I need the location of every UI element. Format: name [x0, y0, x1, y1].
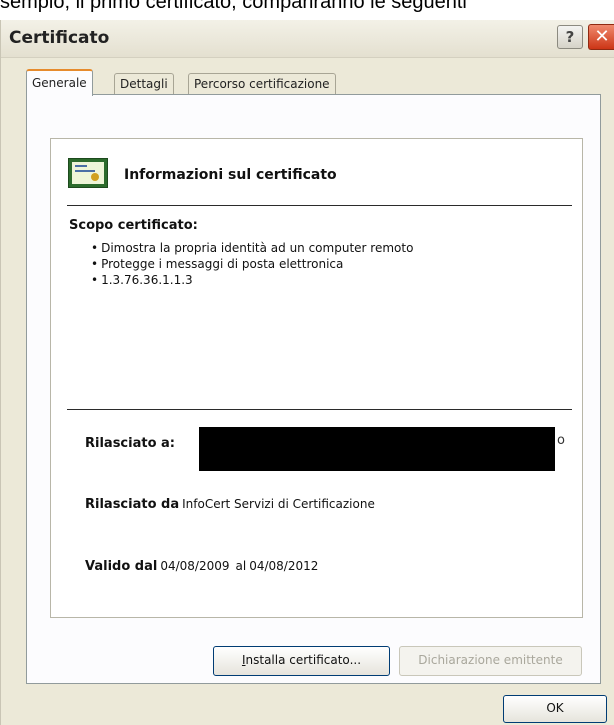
caption-text: sempio, il primo certificato, compariran… — [0, 0, 467, 13]
purpose-item: • Dimostra la propria identità ad un comp… — [91, 241, 414, 255]
issued-to-row: Rilasciato a: — [85, 436, 175, 451]
valid-from-label: Valido dal — [85, 559, 158, 574]
tab-percorso-certificazione[interactable]: Percorso certificazione — [188, 73, 336, 95]
purpose-item: • Protegge i messaggi di posta elettronic… — [91, 257, 344, 271]
purpose-item: • 1.3.76.36.1.1.3 — [91, 273, 193, 287]
valid-to-label: al — [235, 559, 247, 573]
redacted-name — [199, 427, 555, 471]
certificate-dialog: Certificato ? ✕ Generale Dettagli Percor… — [0, 20, 614, 725]
validity-row: Valido dal 04/08/2009 al 04/08/2012 — [85, 559, 318, 574]
separator-bottom — [67, 409, 572, 410]
purpose-list: • Dimostra la propria identità ad un comp… — [91, 240, 413, 288]
tab-panel-generale: Informazioni sul certificato Scopo certi… — [26, 94, 601, 684]
separator-top — [67, 205, 572, 206]
close-button[interactable]: ✕ — [588, 24, 614, 50]
issuer-statement-button: Dichiarazione emittente — [399, 646, 582, 676]
issued-to-tail: o — [557, 433, 565, 448]
window-title: Certificato — [9, 28, 110, 48]
valid-to-value: 04/08/2012 — [249, 559, 319, 573]
valid-from-value: 04/08/2009 — [160, 559, 230, 573]
issued-by-label: Rilasciato da — [85, 497, 180, 512]
tab-generale[interactable]: Generale — [26, 69, 93, 96]
title-bar: Certificato ? ✕ — [1, 20, 614, 58]
issued-to-label: Rilasciato a: — [85, 436, 176, 451]
issued-by-value: InfoCert Servizi di Certificazione — [182, 497, 375, 511]
certificate-info-box: Informazioni sul certificato Scopo certi… — [50, 138, 583, 618]
install-certificate-button[interactable]: Installa certificato... — [213, 646, 390, 676]
ok-button[interactable]: OK — [503, 695, 607, 723]
info-title: Informazioni sul certificato — [124, 167, 337, 183]
tab-dettagli[interactable]: Dettagli — [114, 73, 174, 95]
help-button[interactable]: ? — [557, 25, 583, 49]
background-caption: sempio, il primo certificato, compariran… — [0, 0, 614, 20]
issued-by-row: Rilasciato da InfoCert Servizi di Certifi… — [85, 497, 375, 512]
certificate-icon — [68, 158, 108, 188]
purpose-label: Scopo certificato: — [69, 218, 198, 233]
